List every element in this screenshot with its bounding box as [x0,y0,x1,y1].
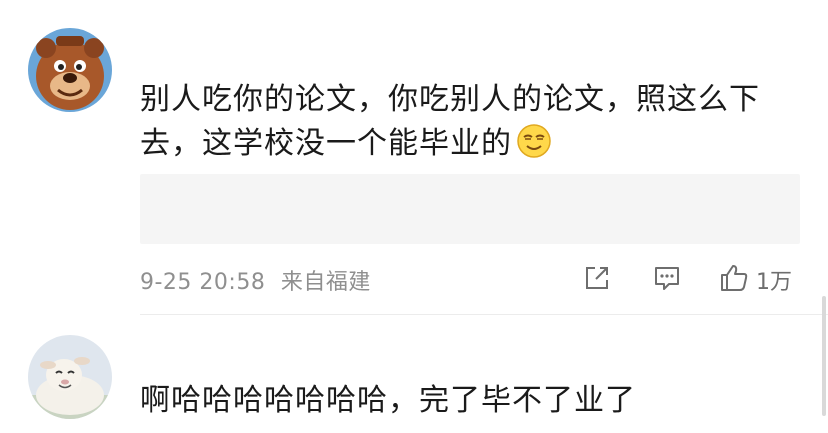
like-button[interactable]: 1万 [718,262,792,298]
bear-avatar-icon[interactable] [28,28,112,112]
quoted-content-box[interactable] [140,174,800,244]
smirk-emoji-icon [516,123,552,159]
comment-thread: 别人吃你的论文，你吃别人的论文，照这么下去，这学校没一个能毕业的 9-25 20… [0,0,828,433]
comment-meta-row: 9-25 20:58 来自福建 1万 [140,262,800,298]
share-button[interactable] [582,262,612,298]
comment-meta: 9-25 20:58 来自福建 [140,264,371,296]
comment-body: 啊哈哈哈哈哈哈哈，完了毕不了业了 [140,383,636,418]
comment-item: 啊哈哈哈哈哈哈哈，完了毕不了业了 [0,315,828,433]
thumbs-up-icon [718,262,750,298]
comment-text: 别人吃你的论文，你吃别人的论文，照这么下去，这学校没一个能毕业的 [140,78,780,166]
comment-body: 别人吃你的论文，你吃别人的论文，照这么下去，这学校没一个能毕业的 [140,82,760,161]
timestamp: 9-25 20:58 [140,270,266,295]
comment-item: 别人吃你的论文，你吃别人的论文，照这么下去，这学校没一个能毕业的 9-25 20… [0,0,828,315]
share-icon [582,263,612,297]
location-source: 来自福建 [280,270,371,295]
sheep-avatar-icon[interactable] [28,335,112,419]
comment-text: 啊哈哈哈哈哈哈哈，完了毕不了业了 [140,379,780,423]
like-count: 1万 [756,270,792,295]
reply-button[interactable] [652,262,682,298]
scrollbar[interactable] [822,296,826,416]
comment-icon [652,263,682,297]
